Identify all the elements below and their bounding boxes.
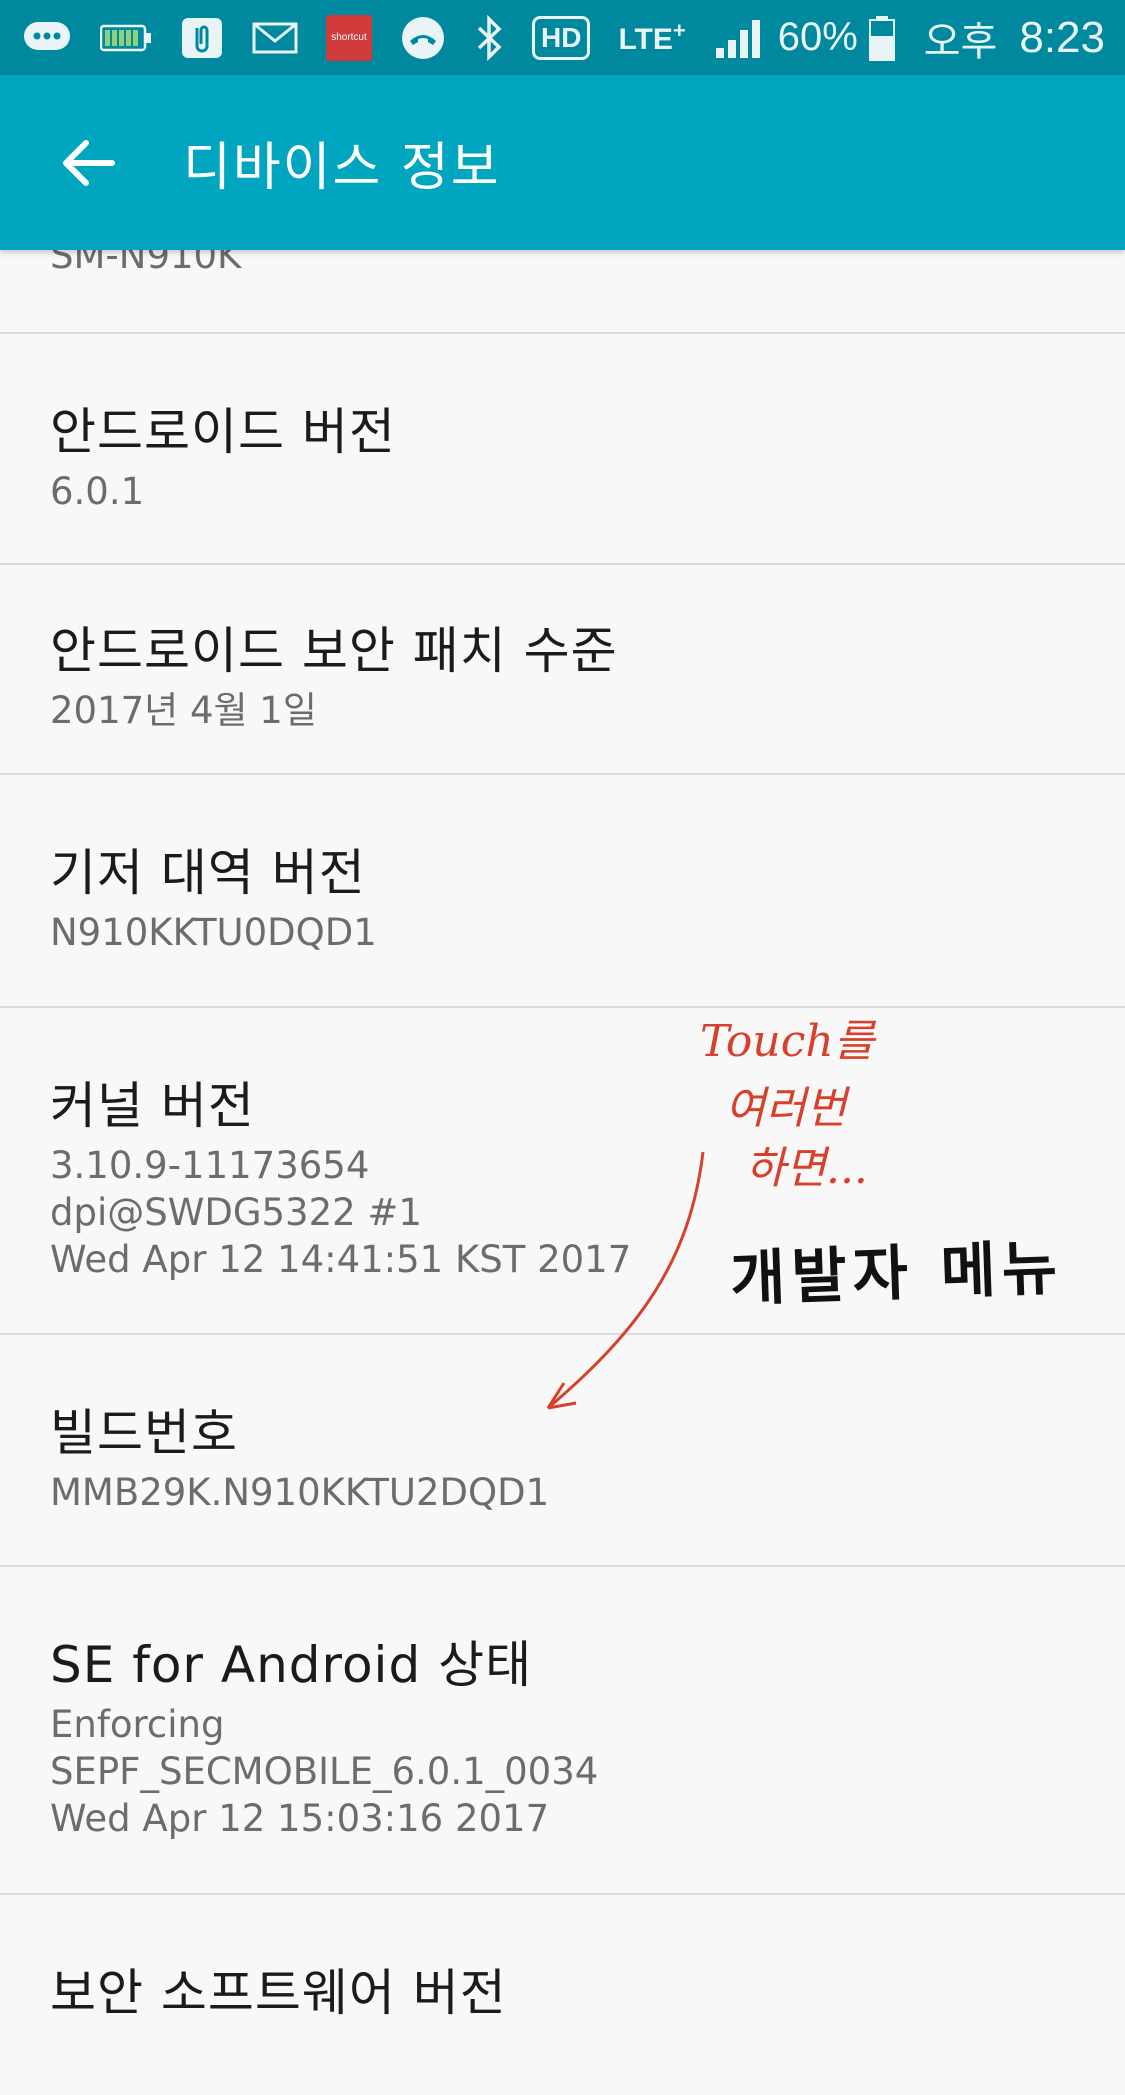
signal-icon — [714, 0, 764, 75]
list-item-build-number[interactable]: 빌드번호 MMB29K.N910KKTU2DQD1 — [0, 1335, 1125, 1567]
item-title: 기저 대역 버전 — [50, 844, 366, 902]
item-title: 안드로이드 버전 — [50, 403, 396, 461]
list-item-baseband[interactable]: 기저 대역 버전 N910KKTU0DQD1 — [0, 775, 1125, 1008]
status-bar: shortcut HD LTE+ 60% 오후 8:23 — [0, 0, 1125, 75]
lte-icon: LTE+ — [618, 0, 685, 75]
item-value-line: Wed Apr 12 15:03:16 2017 — [50, 1797, 550, 1840]
page-title: 디바이스 정보 — [183, 138, 501, 198]
item-title: SE for Android 상태 — [50, 1636, 533, 1694]
item-value-line: dpi@SWDG5322 #1 — [50, 1191, 422, 1234]
item-title: 커널 버전 — [50, 1077, 255, 1135]
hd-voice-icon: HD — [532, 0, 591, 75]
chat-bubble-icon — [22, 0, 72, 75]
item-value-line: Enforcing — [50, 1703, 225, 1746]
item-title: 빌드번호 — [50, 1404, 238, 1462]
list-item-android-version[interactable]: 안드로이드 버전 6.0.1 — [0, 334, 1125, 565]
item-value: MMB29K.N910KKTU2DQD1 — [50, 1471, 550, 1514]
battery-icon — [868, 0, 896, 75]
mail-icon — [252, 0, 298, 75]
item-value: 2017년 4월 1일 — [50, 689, 317, 732]
hd-label: HD — [532, 15, 591, 60]
item-value-line: 3.10.9-11173654 — [50, 1144, 370, 1187]
time-ampm: 오후 — [923, 19, 998, 64]
app-bar: 디바이스 정보 — [0, 75, 1125, 250]
call-icon — [400, 0, 446, 75]
back-arrow-icon — [63, 139, 115, 186]
list-item-model[interactable]: SM-N910K — [0, 234, 1125, 334]
item-value-line: Wed Apr 12 14:41:51 KST 2017 — [50, 1238, 632, 1281]
device-info-list: SM-N910K 안드로이드 버전 6.0.1 안드로이드 보안 패치 수준 2… — [0, 234, 1125, 2095]
bluetooth-icon — [474, 0, 504, 75]
list-item-kernel[interactable]: 커널 버전 3.10.9-11173654 dpi@SWDG5322 #1 We… — [0, 1008, 1125, 1335]
list-item-security-software[interactable]: 보안 소프트웨어 버전 — [0, 1895, 1125, 2095]
item-title: 안드로이드 보안 패치 수준 — [50, 622, 618, 680]
battery-percent: 60% — [777, 15, 858, 59]
shortcut-label: shortcut — [326, 14, 372, 61]
lte-label: LTE+ — [618, 18, 686, 56]
item-value: N910KKTU0DQD1 — [50, 911, 377, 954]
item-title: 보안 소프트웨어 버전 — [50, 1964, 507, 2022]
back-button[interactable] — [43, 118, 133, 208]
list-item-security-patch[interactable]: 안드로이드 보안 패치 수준 2017년 4월 1일 — [0, 565, 1125, 775]
list-item-se-android[interactable]: SE for Android 상태 Enforcing SEPF_SECMOBI… — [0, 1567, 1125, 1895]
item-value-line: SEPF_SECMOBILE_6.0.1_0034 — [50, 1750, 599, 1793]
battery-app-icon — [100, 0, 152, 75]
item-value: 6.0.1 — [50, 470, 145, 513]
attachment-icon — [180, 0, 224, 75]
clock-time: 8:23 — [1019, 12, 1105, 62]
shortcut-icon: shortcut — [326, 0, 372, 75]
